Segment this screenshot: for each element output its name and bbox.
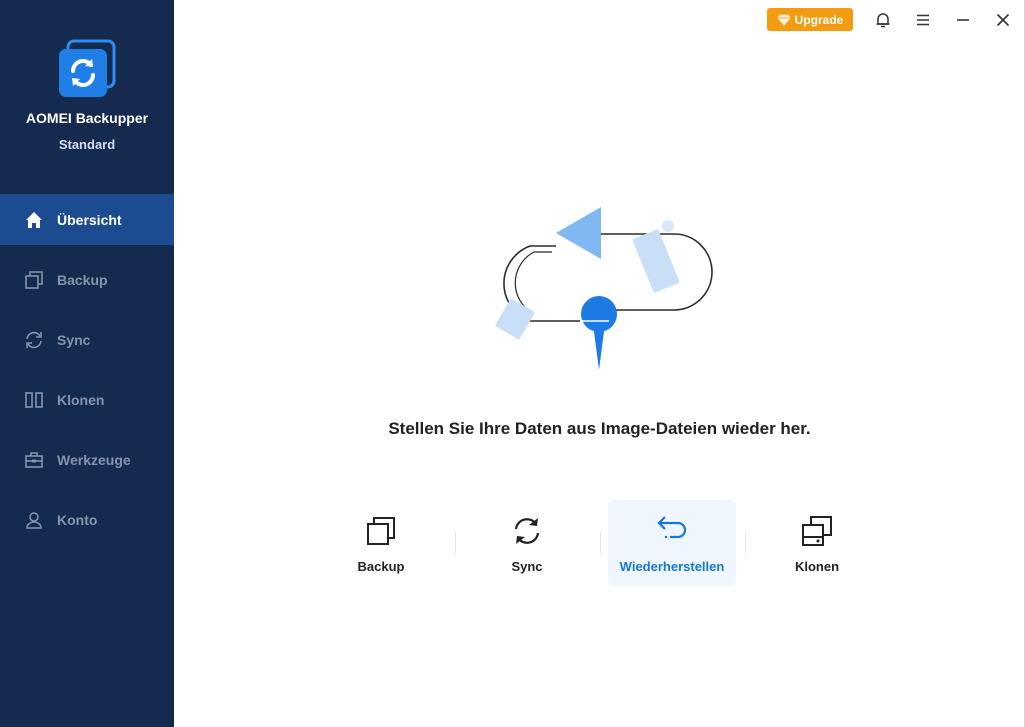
user-icon — [24, 510, 44, 530]
backup-icon — [364, 514, 398, 548]
app-edition: Standard — [58, 137, 116, 152]
action-clone[interactable]: Klonen — [753, 500, 881, 586]
notification-button[interactable] — [872, 9, 894, 31]
close-icon — [996, 13, 1010, 27]
minimize-icon — [957, 19, 969, 21]
sidebar-item-label: Sync — [57, 331, 91, 348]
sidebar-item-sync[interactable]: Sync — [0, 314, 174, 365]
close-button[interactable] — [992, 9, 1014, 31]
sync-icon — [24, 330, 44, 350]
action-sync[interactable]: Sync — [463, 500, 591, 586]
app-name: AOMEI Backupper — [25, 110, 149, 126]
action-backup[interactable]: Backup — [317, 500, 445, 586]
diamond-icon — [777, 14, 791, 26]
separator — [745, 532, 746, 554]
upgrade-label: Upgrade — [794, 12, 844, 27]
sidebar-item-label: Backup — [57, 271, 108, 288]
action-label: Klonen — [794, 559, 840, 574]
home-icon — [24, 210, 44, 230]
bell-icon — [876, 13, 890, 28]
clone-icon — [24, 390, 44, 410]
sidebar-item-overview[interactable]: Übersicht — [0, 194, 174, 245]
separator — [455, 532, 456, 554]
sidebar-item-label: Klonen — [57, 391, 105, 408]
action-restore[interactable]: Wiederherstellen — [608, 500, 736, 586]
hamburger-icon — [917, 14, 929, 26]
main-panel: Upgrade Stellen Sie Ihre Daten aus Image… — [174, 0, 1025, 727]
upgrade-button[interactable]: Upgrade — [767, 8, 853, 31]
menu-button[interactable] — [912, 9, 934, 31]
restore-icon — [655, 514, 689, 548]
minimize-button[interactable] — [952, 9, 974, 31]
sidebar-item-backup[interactable]: Backup — [0, 254, 174, 305]
toolbox-icon — [24, 450, 44, 470]
separator — [600, 532, 601, 554]
sidebar-item-label: Übersicht — [57, 211, 122, 228]
sidebar-item-account[interactable]: Konto — [0, 494, 174, 545]
sidebar-item-label: Werkzeuge — [57, 451, 131, 468]
sidebar-item-label: Konto — [57, 511, 98, 528]
sidebar: AOMEI Backupper Standard Übersicht Backu… — [0, 0, 174, 727]
action-label: Backup — [357, 559, 405, 574]
sync-icon — [510, 514, 544, 548]
app-logo-icon — [56, 38, 116, 98]
action-label: Wiederherstellen — [619, 559, 725, 574]
action-label: Sync — [511, 559, 543, 574]
clone-icon — [800, 514, 834, 548]
page-headline: Stellen Sie Ihre Daten aus Image-Dateien… — [388, 419, 811, 438]
sidebar-item-tools[interactable]: Werkzeuge — [0, 434, 174, 485]
restore-illustration — [484, 200, 724, 375]
sidebar-item-clone[interactable]: Klonen — [0, 374, 174, 425]
backup-icon — [24, 270, 44, 290]
